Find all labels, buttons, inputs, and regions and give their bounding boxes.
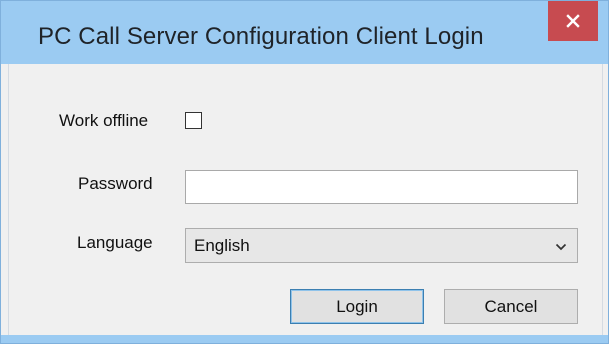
login-dialog: PC Call Server Configuration Client Logi… [0, 0, 609, 344]
work-offline-checkbox[interactable] [185, 112, 202, 129]
login-button[interactable]: Login [290, 289, 424, 324]
close-button[interactable] [548, 1, 598, 41]
work-offline-label: Work offline [59, 111, 149, 130]
password-label: Password [78, 174, 153, 193]
title-bar[interactable]: PC Call Server Configuration Client Logi… [1, 1, 608, 64]
language-selected-value: English [194, 236, 250, 255]
cancel-button[interactable]: Cancel [444, 289, 578, 324]
language-select[interactable]: English [185, 228, 578, 263]
chevron-down-icon [555, 240, 567, 258]
language-label: Language [77, 233, 153, 252]
password-field[interactable] [185, 170, 578, 204]
close-icon [566, 14, 580, 28]
window-bottom-border [1, 335, 608, 343]
window-title: PC Call Server Configuration Client Logi… [38, 23, 484, 50]
